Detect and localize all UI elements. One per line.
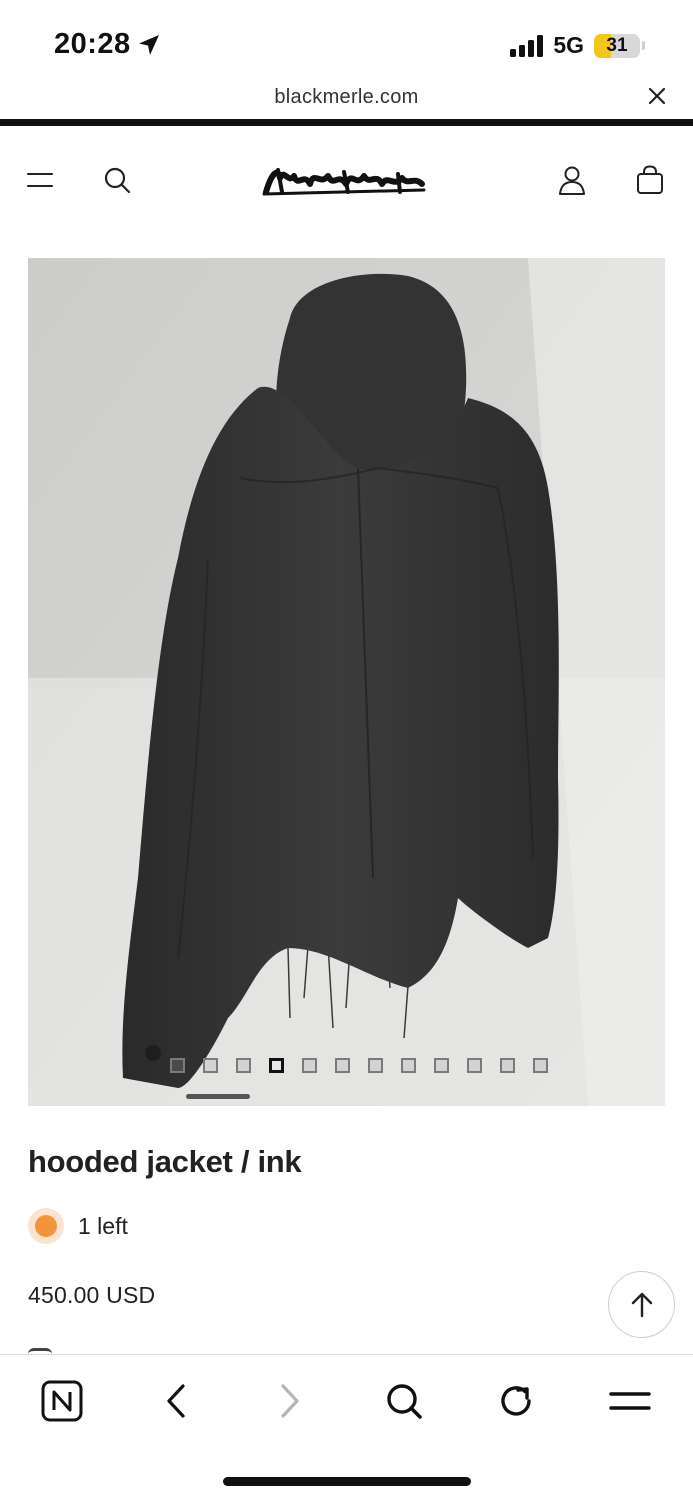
carousel-dot[interactable]	[301, 1058, 317, 1073]
battery-tip	[642, 41, 645, 50]
menu-icon	[609, 1392, 651, 1410]
status-time-wrap: 20:28	[54, 28, 161, 61]
status-bar: 20:28 5G 31	[0, 0, 693, 86]
header-divider	[0, 119, 693, 126]
back-button[interactable]	[154, 1379, 198, 1423]
cart-bag-icon[interactable]	[634, 164, 666, 196]
status-time: 20:28	[54, 28, 131, 60]
product-photo	[28, 258, 665, 1106]
location-arrow-icon	[138, 34, 159, 55]
blackmerle-logo[interactable]	[258, 162, 430, 198]
carousel-dot[interactable]	[367, 1058, 383, 1073]
carousel-dot[interactable]	[334, 1058, 350, 1073]
forward-button[interactable]	[268, 1379, 312, 1423]
menu-button[interactable]	[608, 1379, 652, 1423]
account-icon[interactable]	[556, 164, 588, 196]
carousel-dot[interactable]	[235, 1058, 251, 1073]
carousel-dot[interactable]	[169, 1058, 185, 1073]
back-icon	[167, 1384, 185, 1418]
news-icon	[41, 1380, 83, 1422]
battery-icon: 31	[594, 33, 640, 58]
site-header	[0, 126, 693, 236]
truncated-text	[28, 1346, 88, 1354]
search-icon[interactable]	[101, 164, 133, 196]
reload-button[interactable]	[494, 1379, 538, 1423]
browser-url-bar[interactable]: blackmerle.com	[0, 80, 693, 116]
stock-indicator-icon	[28, 1208, 64, 1244]
cellular-signal-icon	[510, 34, 544, 57]
carousel-dot[interactable]	[202, 1058, 218, 1073]
product-image-carousel[interactable]	[28, 258, 665, 1106]
stock-text: 1 left	[78, 1212, 128, 1239]
close-icon[interactable]	[645, 84, 669, 108]
browser-toolbar	[0, 1354, 693, 1500]
carousel-dot[interactable]	[466, 1058, 482, 1073]
carousel-scroll-indicator	[186, 1094, 250, 1099]
carousel-dot[interactable]	[499, 1058, 515, 1073]
status-indicators: 5G 31	[510, 32, 645, 59]
product-title: hooded jacket / ink	[28, 1144, 302, 1179]
news-button[interactable]	[40, 1379, 84, 1423]
arrow-up-icon	[631, 1292, 652, 1317]
search-button[interactable]	[382, 1379, 426, 1423]
forward-icon	[281, 1384, 299, 1418]
url-text[interactable]: blackmerle.com	[0, 86, 693, 109]
home-indicator	[223, 1477, 471, 1486]
battery-level: 31	[606, 34, 628, 56]
search-icon	[387, 1384, 422, 1419]
stock-status: 1 left	[28, 1208, 128, 1244]
hamburger-menu-icon[interactable]	[24, 164, 56, 196]
carousel-dot-active[interactable]	[268, 1058, 284, 1073]
carousel-dot[interactable]	[433, 1058, 449, 1073]
carousel-dot[interactable]	[532, 1058, 548, 1073]
carousel-pagination	[28, 1058, 665, 1073]
carousel-dot[interactable]	[400, 1058, 416, 1073]
network-type: 5G	[553, 32, 584, 58]
reload-icon	[501, 1386, 531, 1416]
back-to-top-button[interactable]	[608, 1271, 675, 1338]
product-price: 450.00 USD	[28, 1282, 156, 1308]
